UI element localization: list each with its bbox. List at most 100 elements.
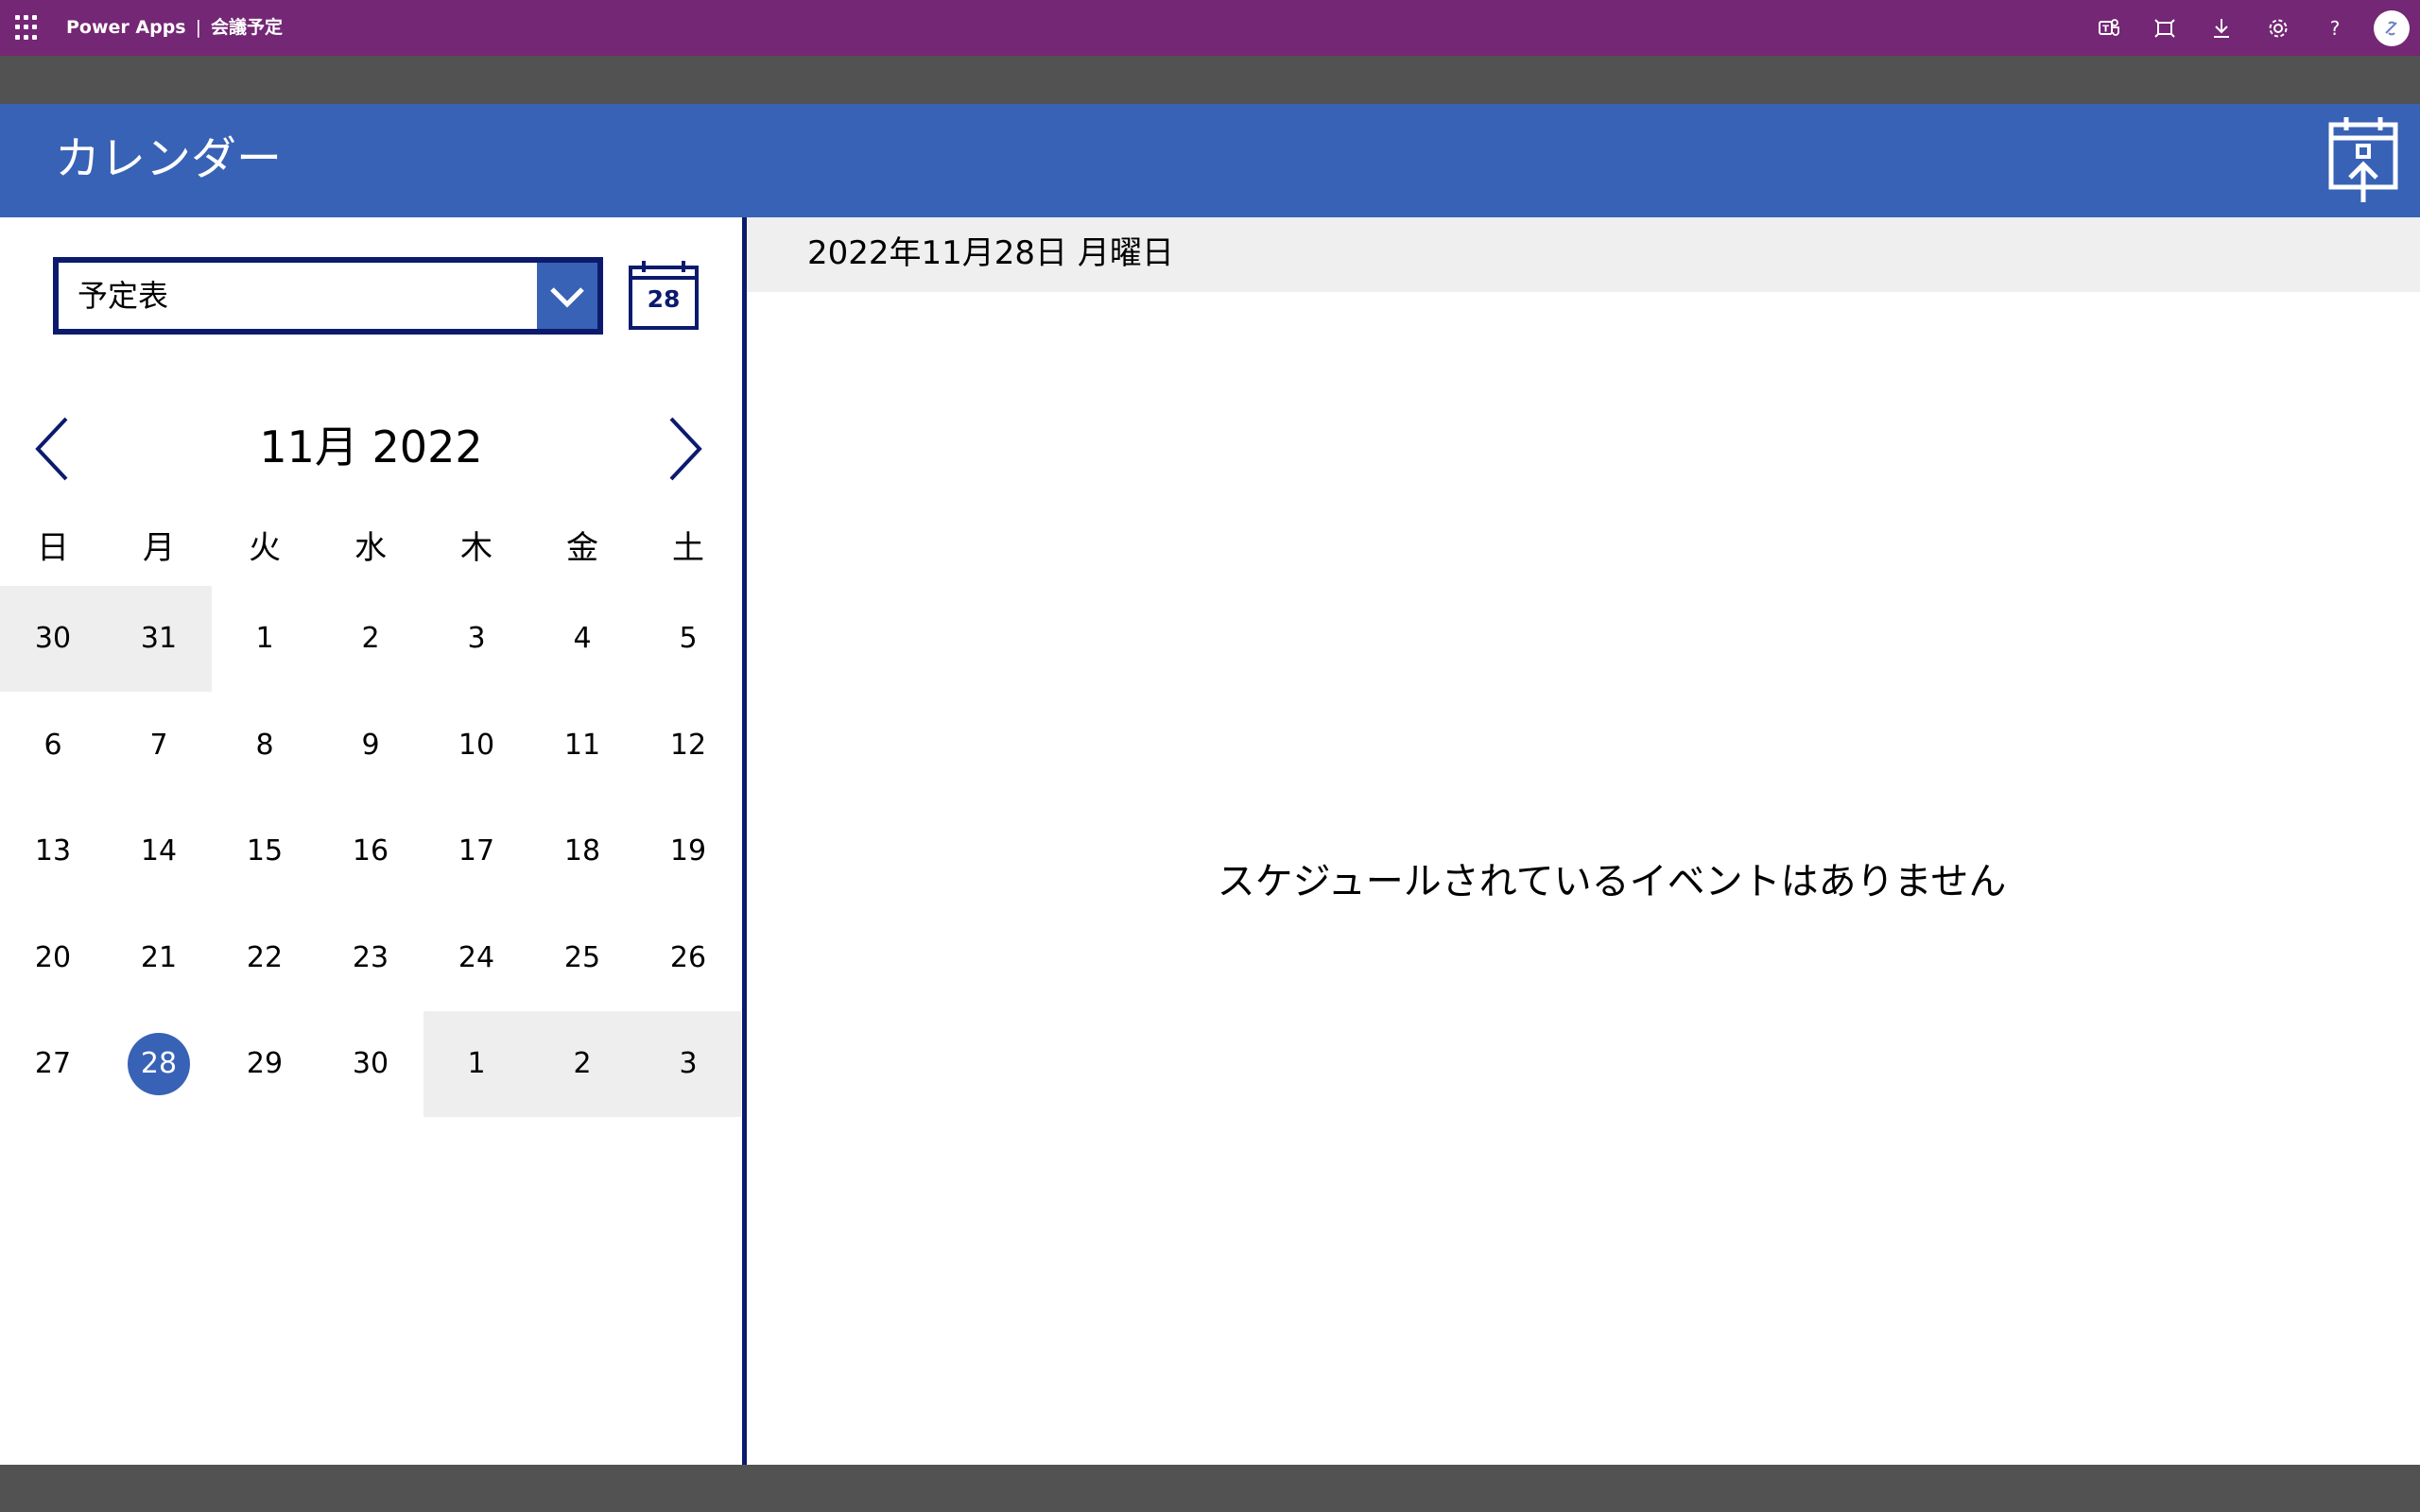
calendar-day[interactable]: 14 <box>106 799 212 904</box>
calendar-day-number: 3 <box>467 622 486 655</box>
calendar-day[interactable]: 18 <box>529 799 635 904</box>
calendar-day-number: 30 <box>34 622 72 655</box>
calendar-export-icon[interactable] <box>2327 115 2399 204</box>
app-header: カレンダー <box>0 104 2420 217</box>
calendar-day[interactable]: 20 <box>0 905 106 1011</box>
calendar-day-number: 4 <box>573 622 592 655</box>
svg-text:T: T <box>2102 25 2109 35</box>
calendar-day[interactable]: 6 <box>0 693 106 799</box>
weekday-mon: 月 <box>143 529 175 567</box>
calendar-day[interactable]: 5 <box>635 586 741 692</box>
calendar-day[interactable]: 27 <box>0 1011 106 1117</box>
calendar-day[interactable]: 4 <box>529 586 635 692</box>
app-launcher-icon[interactable] <box>15 15 41 41</box>
calendar-day-number: 15 <box>246 834 284 868</box>
calendar-day[interactable]: 21 <box>106 905 212 1011</box>
help-icon[interactable]: ? <box>2321 14 2349 43</box>
calendar-day-number: 22 <box>246 941 284 974</box>
today-button[interactable]: 28 <box>628 259 700 331</box>
page-title: カレンダー <box>55 132 283 185</box>
selected-date-label: 2022年11月28日 月曜日 <box>807 234 1174 272</box>
weekday-sat: 土 <box>672 529 704 567</box>
calendar-day-number: 31 <box>140 622 178 655</box>
calendar-day-number: 24 <box>458 941 495 974</box>
calendar-day[interactable]: 29 <box>212 1011 318 1117</box>
settings-icon[interactable] <box>2264 14 2292 43</box>
calendar-day[interactable]: 26 <box>635 905 741 1011</box>
calendar-day-number: 5 <box>679 622 698 655</box>
app-name: 会議予定 <box>211 17 284 38</box>
calendar-day-number: 17 <box>458 834 495 868</box>
calendar-day[interactable]: 23 <box>318 905 424 1011</box>
calendar-day-grid: 30 31 1 2 3 4 5 6 7 8 9 10 11 12 13 14 15 16 17 18 19 20 21 22 2… <box>0 586 742 1117</box>
chevron-right-icon[interactable] <box>662 411 709 487</box>
panel-divider <box>742 217 747 1465</box>
calendar-select-dropdown[interactable]: 予定表 <box>53 257 603 335</box>
calendar-day-number: 2 <box>573 1047 592 1080</box>
calendar-day[interactable]: 1 <box>212 586 318 692</box>
download-icon[interactable] <box>2207 14 2236 43</box>
month-year-label: 11月 2022 <box>259 421 483 472</box>
calendar-day-number: 23 <box>352 941 389 974</box>
calendar-day-number: 1 <box>255 622 274 655</box>
calendar-day[interactable]: 9 <box>318 693 424 799</box>
calendar-day-selected[interactable]: 28 <box>106 1011 212 1117</box>
calendar-day-number: 11 <box>563 729 601 762</box>
weekday-header-row: 日 月 火 水 木 金 土 <box>0 520 742 576</box>
app-canvas: カレンダー 予定表 28 11月 2022 日 月 火 水 木 金 土 30 3… <box>0 104 2420 1465</box>
calendar-day-number: 25 <box>563 941 601 974</box>
calendar-panel: 予定表 28 11月 2022 日 月 火 水 木 金 土 30 31 1 2 … <box>0 217 742 1465</box>
calendar-day[interactable]: 19 <box>635 799 741 904</box>
calendar-day[interactable]: 2 <box>318 586 424 692</box>
calendar-day-number: 30 <box>352 1047 389 1080</box>
calendar-day[interactable]: 12 <box>635 693 741 799</box>
player-bottom-strip <box>0 1465 2420 1512</box>
calendar-day[interactable]: 11 <box>529 693 635 799</box>
weekday-fri: 金 <box>566 529 598 567</box>
calendar-day[interactable]: 8 <box>212 693 318 799</box>
calendar-day-number: 14 <box>140 834 178 868</box>
calendar-day-number: 20 <box>34 941 72 974</box>
calendar-day[interactable]: 25 <box>529 905 635 1011</box>
calendar-day-number: 6 <box>43 729 62 762</box>
calendar-day[interactable]: 31 <box>106 586 212 692</box>
today-day-number: 28 <box>647 285 681 313</box>
calendar-select-value: 予定表 <box>78 278 169 314</box>
calendar-day[interactable]: 16 <box>318 799 424 904</box>
chevron-down-icon[interactable] <box>537 263 597 329</box>
weekday-wed: 水 <box>354 529 387 567</box>
calendar-day[interactable]: 22 <box>212 905 318 1011</box>
calendar-day[interactable]: 2 <box>529 1011 635 1117</box>
calendar-day[interactable]: 7 <box>106 693 212 799</box>
calendar-day-number: 3 <box>679 1047 698 1080</box>
teams-icon[interactable]: T <box>2094 14 2122 43</box>
power-apps-top-bar: Power Apps | 会議予定 T ? <box>0 0 2420 56</box>
calendar-day[interactable]: 30 <box>0 586 106 692</box>
calendar-day-number: 7 <box>149 729 168 762</box>
weekday-thu: 木 <box>460 529 493 567</box>
player-toolbar-strip <box>0 56 2420 104</box>
calendar-day-number: 19 <box>669 834 707 868</box>
no-events-message: スケジュールされているイベントはありません <box>1217 860 2007 903</box>
calendar-day-number: 18 <box>563 834 601 868</box>
calendar-day-number: 2 <box>361 622 380 655</box>
calendar-day-number: 27 <box>34 1047 72 1080</box>
calendar-day[interactable]: 30 <box>318 1011 424 1117</box>
calendar-day-number: 12 <box>669 729 707 762</box>
calendar-day-number: 10 <box>458 729 495 762</box>
calendar-day[interactable]: 15 <box>212 799 318 904</box>
weekday-tue: 火 <box>249 529 281 567</box>
avatar[interactable] <box>2374 10 2410 46</box>
help-glyph: ? <box>2330 17 2341 40</box>
fit-to-window-icon[interactable] <box>2151 14 2179 43</box>
calendar-day-number: 21 <box>140 941 178 974</box>
calendar-day-number: 16 <box>352 834 389 868</box>
calendar-day[interactable]: 3 <box>424 586 529 692</box>
calendar-day-number: 8 <box>255 729 274 762</box>
calendar-day[interactable]: 1 <box>424 1011 529 1117</box>
calendar-day[interactable]: 10 <box>424 693 529 799</box>
calendar-day[interactable]: 13 <box>0 799 106 904</box>
calendar-day[interactable]: 24 <box>424 905 529 1011</box>
calendar-day[interactable]: 3 <box>635 1011 741 1117</box>
calendar-day[interactable]: 17 <box>424 799 529 904</box>
